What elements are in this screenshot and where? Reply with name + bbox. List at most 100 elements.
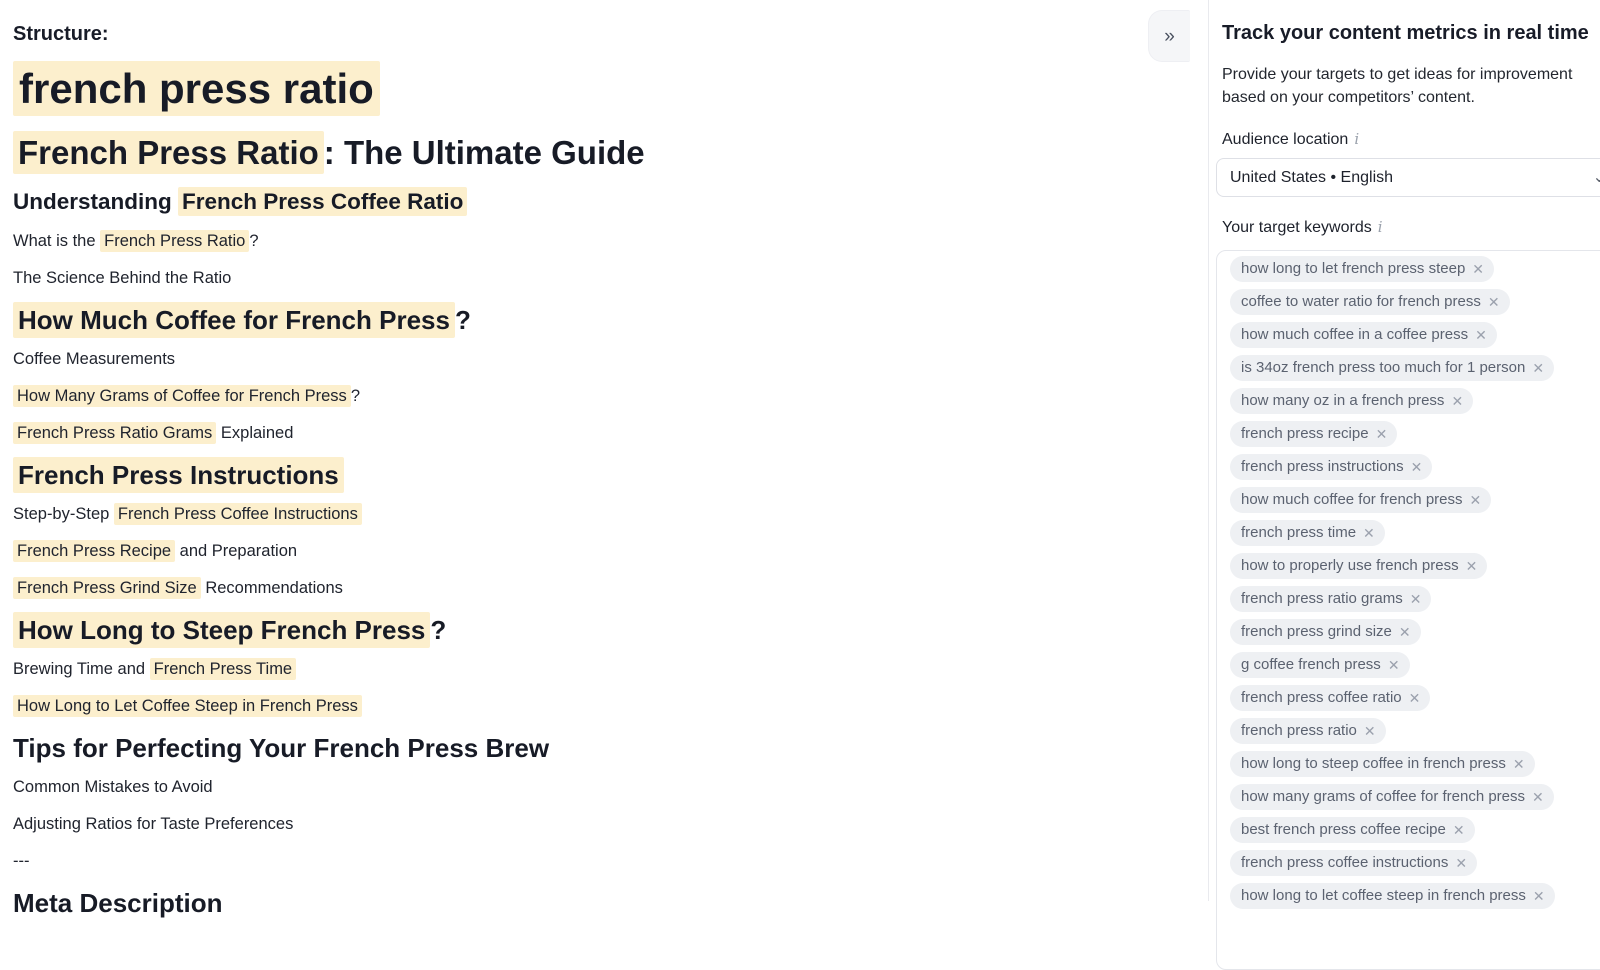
doc-text: Coffee Measurements <box>13 350 175 368</box>
keyword-chip[interactable]: how many grams of coffee for french pres… <box>1230 784 1554 810</box>
remove-keyword-icon[interactable]: ✕ <box>1363 526 1375 540</box>
keyword-highlight: How Many Grams of Coffee for French Pres… <box>13 385 351 407</box>
remove-keyword-icon[interactable]: ✕ <box>1410 592 1422 606</box>
keyword-chip-label: french press grind size <box>1241 619 1392 645</box>
keyword-chip[interactable]: how long to let coffee steep in french p… <box>1230 883 1555 909</box>
doc-line-h3[interactable]: Understanding French Press Coffee Ratio <box>13 187 1133 216</box>
remove-keyword-icon[interactable]: ✕ <box>1532 790 1544 804</box>
doc-line-p[interactable]: Step-by-Step French Press Coffee Instruc… <box>13 503 1133 525</box>
doc-line-p[interactable]: How Many Grams of Coffee for French Pres… <box>13 385 1133 407</box>
keyword-chip-label: how many grams of coffee for french pres… <box>1241 784 1525 810</box>
panel-description-line1: Provide your targets to get ideas for im… <box>1222 66 1572 83</box>
keyword-chip[interactable]: how many oz in a french press ✕ <box>1230 388 1473 414</box>
doc-line-p[interactable]: --- <box>13 850 1133 872</box>
remove-keyword-icon[interactable]: ✕ <box>1466 559 1478 573</box>
doc-text: The Science Behind the Ratio <box>13 269 231 287</box>
keyword-chip-label: how many oz in a french press <box>1241 388 1444 414</box>
keyword-chip[interactable]: how long to let french press steep ✕ <box>1230 256 1494 282</box>
remove-keyword-icon[interactable]: ✕ <box>1475 328 1487 342</box>
keyword-highlight: How Long to Steep French Press <box>13 612 430 648</box>
keyword-highlight: How Long to Let Coffee Steep in French P… <box>13 695 362 717</box>
keyword-chip[interactable]: coffee to water ratio for french press ✕ <box>1230 289 1510 315</box>
keyword-chip-label: how long to let french press steep <box>1241 256 1465 282</box>
remove-keyword-icon[interactable]: ✕ <box>1488 295 1500 309</box>
target-keywords-input[interactable]: how long to let french press steep✕coffe… <box>1216 250 1600 970</box>
doc-line-p[interactable]: Adjusting Ratios for Taste Preferences <box>13 813 1133 835</box>
doc-line-p[interactable]: How Long to Let Coffee Steep in French P… <box>13 695 1133 717</box>
audience-location-value: United States • English <box>1217 169 1393 187</box>
remove-keyword-icon[interactable]: ✕ <box>1388 658 1400 672</box>
doc-text: Recommendations <box>201 579 343 597</box>
remove-keyword-icon[interactable]: ✕ <box>1411 460 1423 474</box>
audience-location-select[interactable]: United States • English ⌄ <box>1216 158 1600 197</box>
remove-keyword-icon[interactable]: ✕ <box>1453 823 1465 837</box>
keyword-chip[interactable]: french press ratio grams ✕ <box>1230 586 1431 612</box>
keyword-chip-label: how much coffee for french press <box>1241 487 1463 513</box>
info-icon[interactable]: i <box>1378 217 1383 237</box>
keyword-chip[interactable]: g coffee french press ✕ <box>1230 652 1410 678</box>
doc-text: ? <box>455 305 471 335</box>
metrics-panel: Track your content metrics in real time … <box>1216 0 1600 901</box>
doc-line-h2[interactable]: French Press Instructions <box>13 459 1133 492</box>
doc-line-p[interactable]: What is the French Press Ratio? <box>13 230 1133 252</box>
keyword-chip[interactable]: french press time ✕ <box>1230 520 1385 546</box>
remove-keyword-icon[interactable]: ✕ <box>1472 262 1484 276</box>
keyword-chip[interactable]: best french press coffee recipe✕ <box>1230 817 1475 843</box>
keyword-chip-label: french press time <box>1241 520 1356 546</box>
collapse-panel-button[interactable]: » <box>1148 10 1190 62</box>
doc-line-p[interactable]: French Press Recipe and Preparation <box>13 540 1133 562</box>
keyword-chip[interactable]: french press coffee ratio✕ <box>1230 685 1430 711</box>
structure-label: Structure: <box>13 22 1133 46</box>
keyword-chip[interactable]: french press grind size ✕ <box>1230 619 1421 645</box>
doc-text: Meta Description <box>13 888 223 918</box>
doc-line-p[interactable]: Coffee Measurements <box>13 348 1133 370</box>
keyword-highlight: french press ratio <box>13 61 380 116</box>
remove-keyword-icon[interactable]: ✕ <box>1455 856 1467 870</box>
keyword-chip[interactable]: how long to steep coffee in french press… <box>1230 751 1535 777</box>
keyword-chip-label: how long to let coffee steep in french p… <box>1241 883 1526 909</box>
remove-keyword-icon[interactable]: ✕ <box>1409 691 1421 705</box>
keyword-chip-label: coffee to water ratio for french press <box>1241 289 1481 315</box>
keyword-chip[interactable]: french press ratio✕ <box>1230 718 1386 744</box>
remove-keyword-icon[interactable]: ✕ <box>1532 361 1544 375</box>
keyword-chip[interactable]: french press instructions ✕ <box>1230 454 1432 480</box>
keyword-chip-label: french press ratio grams <box>1241 586 1403 612</box>
doc-line-p[interactable]: French Press Ratio Grams Explained <box>13 422 1133 444</box>
remove-keyword-icon[interactable]: ✕ <box>1470 493 1482 507</box>
remove-keyword-icon[interactable]: ✕ <box>1399 625 1411 639</box>
remove-keyword-icon[interactable]: ✕ <box>1513 757 1525 771</box>
doc-line-kw[interactable]: french press ratio <box>13 60 1133 118</box>
keyword-chip[interactable]: is 34oz french press too much for 1 pers… <box>1230 355 1554 381</box>
document-blocks[interactable]: french press ratio French Press Ratio: Th… <box>13 60 1133 920</box>
keyword-chip[interactable]: french press coffee instructions✕ <box>1230 850 1477 876</box>
keyword-chip-label: g coffee french press <box>1241 652 1381 678</box>
info-icon[interactable]: i <box>1354 129 1359 149</box>
keyword-highlight: French Press Ratio <box>13 131 324 174</box>
keyword-highlight: French Press Coffee Instructions <box>114 503 362 525</box>
audience-location-label: Audience locationi <box>1222 129 1600 150</box>
doc-line-h2[interactable]: How Long to Steep French Press? <box>13 614 1133 647</box>
doc-line-p[interactable]: Common Mistakes to Avoid <box>13 776 1133 798</box>
remove-keyword-icon[interactable]: ✕ <box>1451 394 1463 408</box>
doc-line-p[interactable]: Brewing Time and French Press Time <box>13 658 1133 680</box>
keyword-chip[interactable]: how to properly use french press✕ <box>1230 553 1487 579</box>
keyword-chip[interactable]: how much coffee for french press ✕ <box>1230 487 1491 513</box>
keyword-chip[interactable]: how much coffee in a coffee press✕ <box>1230 322 1497 348</box>
document-structure-pane[interactable]: Structure: french press ratio French Pres… <box>13 22 1133 931</box>
remove-keyword-icon[interactable]: ✕ <box>1376 427 1388 441</box>
doc-line-h2[interactable]: Meta Description <box>13 887 1133 920</box>
keyword-chip-label: french press instructions <box>1241 454 1404 480</box>
remove-keyword-icon[interactable]: ✕ <box>1364 724 1376 738</box>
keyword-chip[interactable]: french press recipe✕ <box>1230 421 1397 447</box>
doc-text: Step-by-Step <box>13 505 114 523</box>
doc-line-h1[interactable]: French Press Ratio: The Ultimate Guide <box>13 133 1133 173</box>
panel-description-line2: based on your competitors’ content. <box>1222 89 1475 106</box>
doc-text: Brewing Time and <box>13 660 150 678</box>
doc-line-h2[interactable]: How Much Coffee for French Press? <box>13 304 1133 337</box>
chevron-down-icon: ⌄ <box>1593 167 1600 187</box>
doc-text: Adjusting Ratios for Taste Preferences <box>13 815 293 833</box>
panel-title: Track your content metrics in real time <box>1222 20 1600 46</box>
doc-line-h2[interactable]: Tips for Perfecting Your French Press Br… <box>13 732 1133 765</box>
doc-line-p[interactable]: French Press Grind Size Recommendations <box>13 577 1133 599</box>
doc-line-p[interactable]: The Science Behind the Ratio <box>13 267 1133 289</box>
